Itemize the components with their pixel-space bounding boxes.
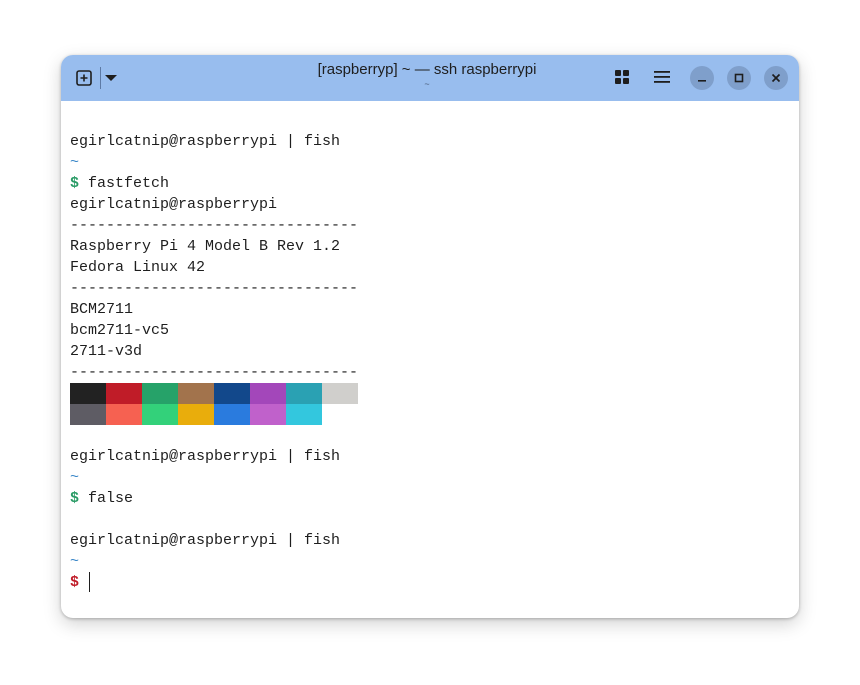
command-line: $ false <box>70 488 133 509</box>
text-cursor <box>89 572 91 593</box>
command-line[interactable]: $ <box>70 572 91 593</box>
cwd-indicator: ~ <box>70 469 80 486</box>
window-subtitle: ~ <box>424 79 430 89</box>
fastfetch-user-host: egirlcatnip@raspberrypi <box>70 196 278 213</box>
maximize-button[interactable] <box>727 66 751 90</box>
command-line: $ fastfetch <box>70 173 169 194</box>
close-icon <box>771 73 781 83</box>
fastfetch-gpu: bcm2711-vc5 <box>70 322 170 339</box>
grid-icon <box>615 70 629 84</box>
new-tab-button[interactable] <box>73 67 95 89</box>
fastfetch-separator: -------------------------------- <box>70 364 359 381</box>
prompt-header: egirlcatnip@raspberrypi | fish <box>70 448 341 465</box>
new-tab-icon <box>76 70 92 86</box>
color-swatch <box>178 404 214 425</box>
maximize-icon <box>734 73 744 83</box>
color-swatch <box>70 404 106 425</box>
color-swatch <box>106 404 142 425</box>
prompt-symbol: $ <box>70 175 80 192</box>
close-button[interactable] <box>764 66 788 90</box>
color-swatch <box>322 383 358 404</box>
tab-options-dropdown[interactable] <box>103 67 119 89</box>
toolbar-separator <box>100 67 101 89</box>
window-title: [raspberryp] ~ — ssh raspberrypi <box>317 61 537 78</box>
fastfetch-host: Raspberry Pi 4 Model B Rev 1.2 <box>70 238 341 255</box>
color-swatch <box>142 404 178 425</box>
color-swatch <box>178 383 214 404</box>
fastfetch-cpu: BCM2711 <box>70 301 134 318</box>
color-swatch <box>250 383 286 404</box>
color-swatch <box>286 404 322 425</box>
tab-overview-button[interactable] <box>611 66 633 88</box>
prompt-symbol-error: $ <box>70 574 80 591</box>
hamburger-menu-icon <box>654 71 670 83</box>
minimize-icon <box>698 80 706 82</box>
cwd-indicator: ~ <box>70 553 80 570</box>
terminal-window: [raspberryp] ~ — ssh raspberrypi ~ egirl… <box>61 55 799 618</box>
prompt-header: egirlcatnip@raspberrypi | fish <box>70 532 341 549</box>
command-text: fastfetch <box>88 175 170 192</box>
fastfetch-gpu: 2711-v3d <box>70 343 143 360</box>
color-palette-row-2 <box>70 404 358 425</box>
fastfetch-os: Fedora Linux 42 <box>70 259 206 276</box>
color-swatch <box>142 383 178 404</box>
cwd-indicator: ~ <box>70 154 80 171</box>
color-swatch <box>286 383 322 404</box>
prompt-header: egirlcatnip@raspberrypi | fish <box>70 133 341 150</box>
terminal-content[interactable]: egirlcatnip@raspberrypi | fish ~ $ fastf… <box>70 101 790 611</box>
color-swatch <box>106 383 142 404</box>
title-area: [raspberryp] ~ — ssh raspberrypi ~ <box>241 61 613 89</box>
color-swatch <box>70 383 106 404</box>
minimize-button[interactable] <box>690 66 714 90</box>
command-text: false <box>88 490 134 507</box>
fastfetch-separator: -------------------------------- <box>70 280 359 297</box>
chevron-down-icon <box>105 75 117 81</box>
main-menu-button[interactable] <box>651 66 673 88</box>
color-palette-row-1 <box>70 383 358 404</box>
fastfetch-separator: -------------------------------- <box>70 217 359 234</box>
prompt-symbol: $ <box>70 490 80 507</box>
header-bar: [raspberryp] ~ — ssh raspberrypi ~ <box>61 55 799 101</box>
color-swatch <box>250 404 286 425</box>
color-swatch <box>214 383 250 404</box>
color-swatch <box>214 404 250 425</box>
